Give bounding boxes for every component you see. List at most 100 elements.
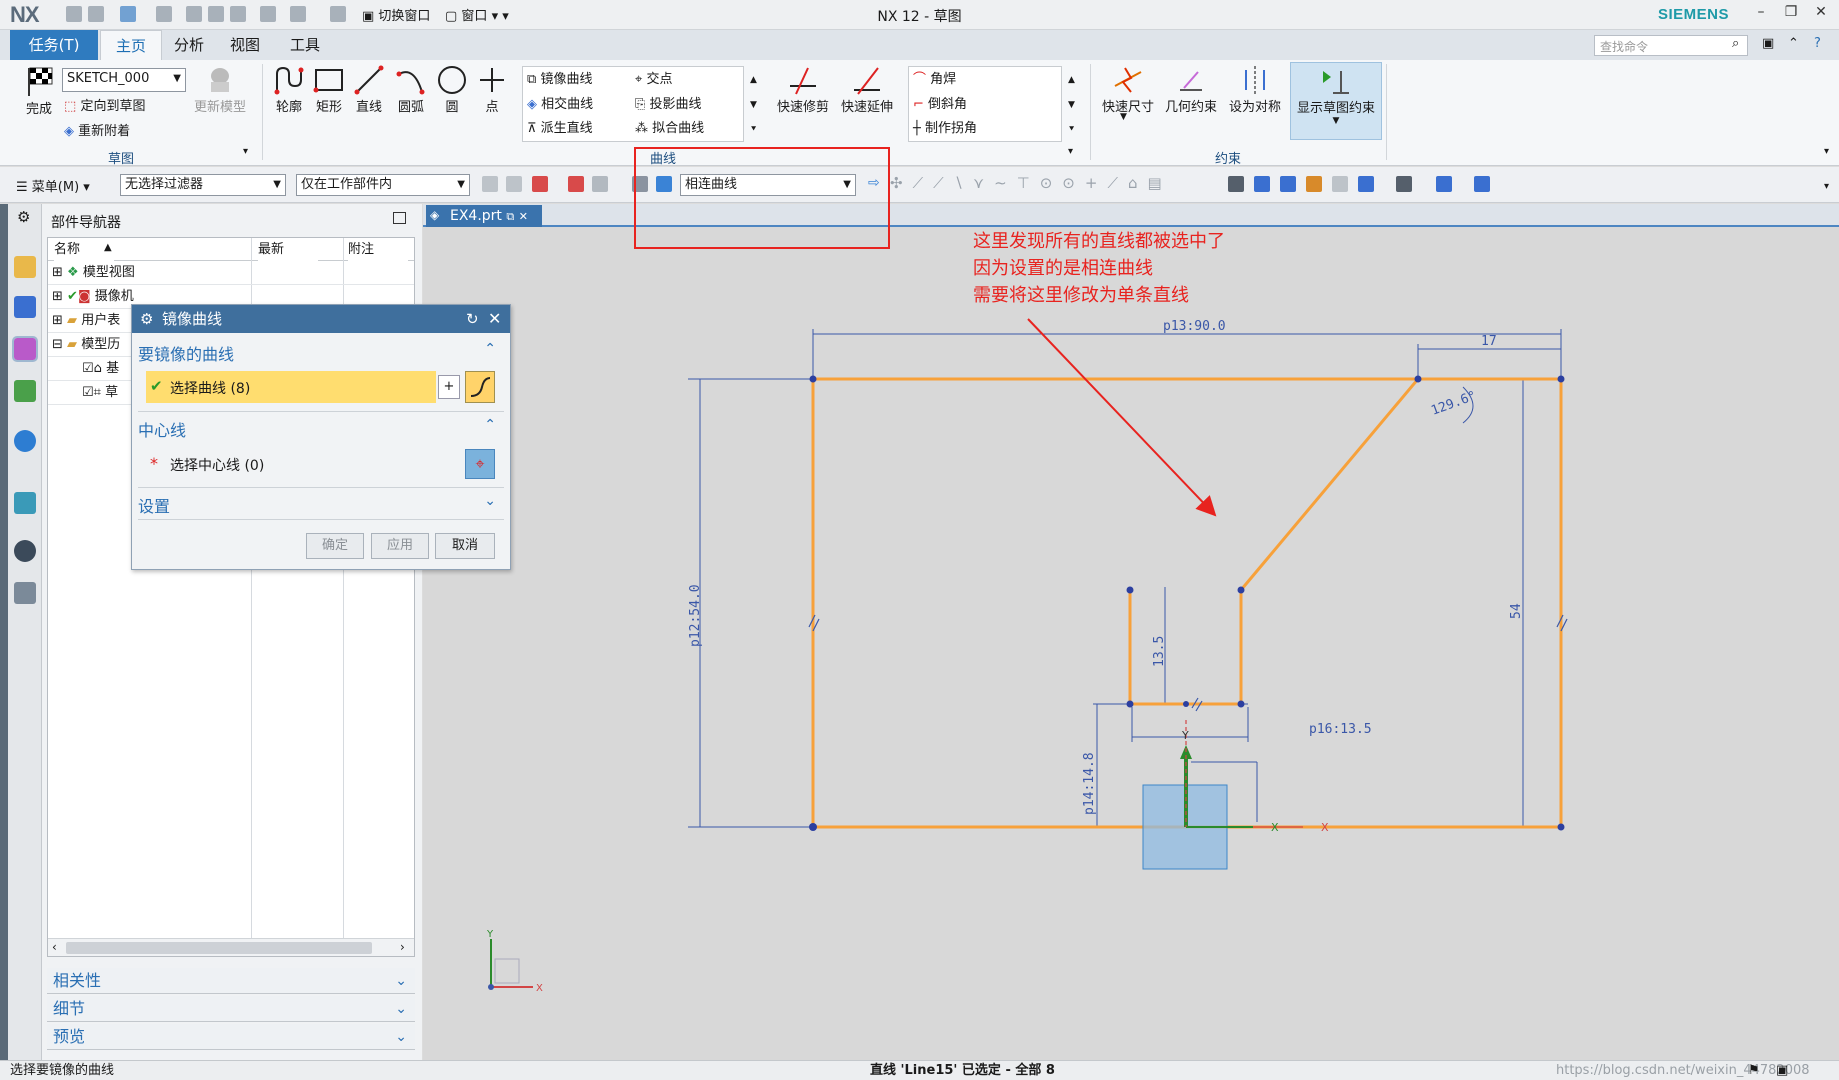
rapid-dimension-button[interactable]: 快速尺寸 <box>1098 64 1158 115</box>
reuse-library-icon[interactable] <box>14 380 36 402</box>
undock-icon[interactable]: ⧉ <box>506 210 514 223</box>
view-cube-icon[interactable] <box>1436 176 1452 192</box>
selection-scope-select[interactable]: 仅在工作部件内 ▼ <box>296 174 470 196</box>
sketch-group-expand-icon[interactable]: ▾ <box>243 146 248 157</box>
slot-lines[interactable] <box>1128 590 1243 706</box>
tab-tools[interactable]: 工具 <box>276 30 334 60</box>
part-navigator-icon[interactable] <box>12 336 38 362</box>
dim-right[interactable]: 54 <box>1509 603 1524 619</box>
command-search-input[interactable]: 查找命令 <box>1594 35 1748 56</box>
status-window-icon[interactable]: ▣ <box>1776 1061 1788 1080</box>
profile-button[interactable]: 轮廓 <box>270 64 308 115</box>
fillet-button[interactable]: ⌒ 角焊 <box>913 69 956 91</box>
section-icon[interactable] <box>1332 176 1348 192</box>
reattach-button[interactable]: ◈ 重新附着 <box>64 121 130 143</box>
reset-icon[interactable]: ↻ <box>466 310 479 328</box>
corner-gallery-scroll[interactable]: ▲ ▼ ⯆ <box>1068 68 1075 143</box>
orient-to-sketch-button[interactable]: ⬚ 定向到草图 <box>64 96 145 118</box>
close-tab-icon[interactable]: ✕ <box>519 210 528 223</box>
dim-slot-depth[interactable]: 13.5 <box>1152 636 1167 667</box>
graphics-window[interactable]: p13:90.0 17 129.6° p12:54.0 54 13.5 p16:… <box>423 227 1839 1060</box>
assembly-navigator-icon[interactable] <box>14 256 36 278</box>
make-corner-button[interactable]: ┼ 制作拐角 <box>913 118 977 140</box>
expand-icon[interactable]: ⊞ <box>52 265 63 280</box>
cancel-button[interactable]: 取消 <box>435 533 495 559</box>
tree-row-model-views[interactable]: ⊞ ❖ 模型视图 <box>48 261 414 285</box>
horizontal-scrollbar[interactable]: ‹ › <box>48 938 414 956</box>
ribbon-more-icon[interactable]: ▾ <box>1824 146 1829 157</box>
curve-select-button[interactable] <box>465 371 495 403</box>
section-details[interactable]: 细节 ⌄ <box>47 996 415 1022</box>
section-centerline[interactable]: 中心线 ⌃ <box>138 417 504 441</box>
help-icon[interactable]: ? <box>1814 36 1821 51</box>
filter-icon[interactable] <box>506 176 522 192</box>
dim-slot-width[interactable]: p16:13.5 <box>1309 722 1372 737</box>
close-window-button[interactable]: ✕ <box>1808 4 1834 26</box>
collapse-ribbon-icon[interactable]: ⌃ <box>1788 36 1799 51</box>
dim-bottom-small[interactable]: p14:14.8 <box>1082 752 1097 815</box>
search-icon[interactable]: ⌕ <box>1732 36 1739 51</box>
expand-icon[interactable]: ⊞ <box>52 289 63 304</box>
info-icon[interactable] <box>14 430 36 452</box>
make-symmetric-button[interactable]: 设为对称 <box>1224 64 1286 115</box>
ribbon-options-icon[interactable]: ▣ <box>1762 36 1774 51</box>
quick-extend-button[interactable]: 快速延伸 <box>838 64 896 115</box>
derived-line-button[interactable]: ⊼ 派生直线 <box>527 118 593 140</box>
sketch-line[interactable] <box>811 377 1418 827</box>
sketch-name-select[interactable]: SKETCH_000 ▼ <box>62 68 186 92</box>
tab-task[interactable]: 任务(T) <box>10 30 98 60</box>
close-icon[interactable]: ✕ <box>488 309 501 328</box>
intersection-point-button[interactable]: ⌖ 交点 <box>635 69 672 91</box>
history-clock-icon[interactable] <box>14 540 36 562</box>
roles-icon[interactable] <box>14 582 36 604</box>
tab-view[interactable]: 视图 <box>216 30 274 60</box>
section-dependencies[interactable]: 相关性 ⌄ <box>47 968 415 994</box>
rectangle-button[interactable]: 矩形 <box>310 64 348 115</box>
scroll-right-icon[interactable]: › <box>400 940 405 954</box>
section-settings[interactable]: 设置 ⌄ <box>138 493 504 517</box>
section-preview[interactable]: 预览 ⌄ <box>47 1024 415 1050</box>
dim-left[interactable]: p12:54.0 <box>688 584 703 647</box>
menu-button[interactable]: ☰ 菜单(M) ▾ <box>16 176 90 195</box>
type-filter-select[interactable]: 无选择过滤器 ▼ <box>120 174 286 196</box>
update-model-button[interactable]: 更新模型 <box>190 64 250 115</box>
gear-icon[interactable]: ⚙ <box>17 208 30 226</box>
add-curve-icon[interactable]: + <box>438 375 460 399</box>
fit-view-icon[interactable] <box>1228 176 1244 192</box>
fit-curve-button[interactable]: ⁂ 拟合曲线 <box>635 118 704 140</box>
section-curves-to-mirror[interactable]: 要镜像的曲线 ⌃ <box>138 341 504 365</box>
finish-sketch-button[interactable]: 完成 <box>18 64 60 117</box>
zoom-icon[interactable] <box>1254 176 1270 192</box>
point-button[interactable]: 点 <box>473 64 511 115</box>
curve-gallery-scroll[interactable]: ▲ ▼ ⯆ <box>750 68 757 143</box>
scroll-left-icon[interactable]: ‹ <box>52 940 57 954</box>
pan-icon[interactable] <box>1306 176 1322 192</box>
scroll-thumb[interactable] <box>66 942 372 954</box>
ok-button[interactable]: 确定 <box>306 533 364 559</box>
dim-right-top[interactable]: 17 <box>1481 334 1497 349</box>
tab-analysis[interactable]: 分析 <box>160 30 218 60</box>
checkbox-icon[interactable]: ☑ <box>82 361 94 376</box>
tab-home[interactable]: 主页 <box>100 30 162 60</box>
select-all-icon[interactable] <box>532 176 548 192</box>
maximize-panel-icon[interactable] <box>393 212 406 224</box>
geometric-constraints-button[interactable]: 几何约束 <box>1160 64 1222 115</box>
rectangle-select-icon[interactable] <box>592 176 608 192</box>
snap-icon[interactable] <box>482 176 498 192</box>
show-sketch-constraints-button[interactable]: 显示草图约束 ▼ <box>1290 62 1382 140</box>
checkbox-icon[interactable]: ☑ <box>82 385 94 400</box>
expand-icon[interactable]: ⊞ <box>52 313 63 328</box>
column-latest[interactable]: 最新 <box>258 238 318 261</box>
collapse-icon[interactable]: ⊟ <box>52 337 63 352</box>
circle-button[interactable]: 圆 <box>433 64 471 115</box>
intersection-curve-button[interactable]: ◈ 相交曲线 <box>527 94 593 116</box>
sketch-canvas[interactable]: p13:90.0 17 129.6° p12:54.0 54 13.5 p16:… <box>423 227 1839 1060</box>
render-style-icon[interactable] <box>1358 176 1374 192</box>
rotate-icon[interactable] <box>1280 176 1296 192</box>
chevron-down-icon[interactable]: ▼ <box>1120 112 1127 122</box>
snap-point-icons[interactable]: ✣⟋⟋∖⋎∼⊤⊙⊙+⟋⌂▤ <box>890 174 1172 192</box>
quick-trim-button[interactable]: 快速修剪 <box>774 64 832 115</box>
orient-view-icon[interactable] <box>1396 176 1412 192</box>
select-curve-row[interactable]: ✔ 选择曲线 (8) <box>146 371 436 403</box>
line-button[interactable]: 直线 <box>350 64 388 115</box>
